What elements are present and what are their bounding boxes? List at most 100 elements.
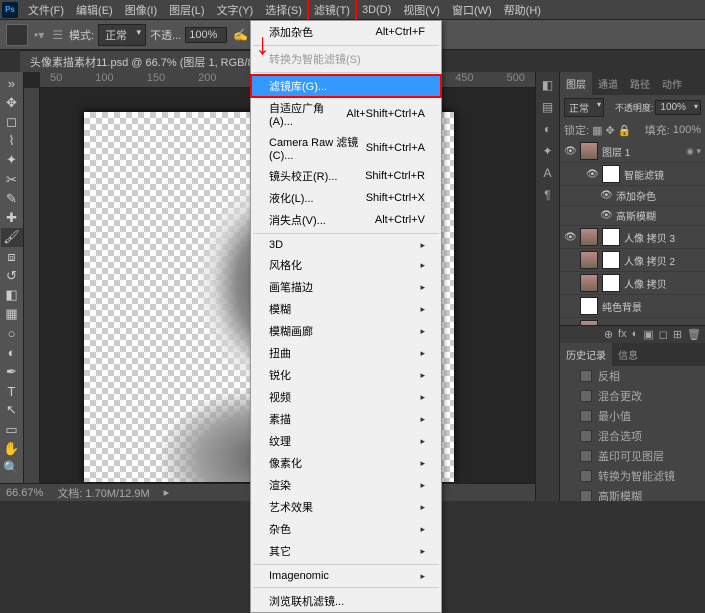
- history-item[interactable]: 反相: [560, 366, 705, 386]
- styles-panel-icon[interactable]: ✦: [542, 144, 552, 158]
- lasso-tool[interactable]: ⌇: [1, 132, 23, 151]
- brush-preview[interactable]: [6, 24, 28, 46]
- history-item[interactable]: 转换为智能滤镜: [560, 466, 705, 486]
- swatches-panel-icon[interactable]: ▤: [542, 100, 553, 114]
- color-panel-icon[interactable]: ◧: [542, 78, 553, 92]
- history-item[interactable]: 高斯模糊: [560, 486, 705, 501]
- menu-layer[interactable]: 图层(L): [163, 0, 210, 21]
- layer-action-icon[interactable]: ◐: [632, 328, 639, 341]
- visibility-icon[interactable]: 👁: [564, 146, 576, 157]
- stamp-tool[interactable]: ⧈: [1, 247, 23, 266]
- arrow-icon[interactable]: »: [1, 74, 23, 93]
- menu-browse-filters[interactable]: 浏览联机滤镜...: [251, 590, 441, 612]
- menu-filter[interactable]: 滤镜(T): [308, 0, 356, 21]
- lock-all-icon[interactable]: 🔒: [618, 124, 632, 137]
- menu-submenu[interactable]: 3D: [251, 236, 441, 254]
- hand-tool[interactable]: ✋: [1, 439, 23, 458]
- shape-tool[interactable]: ▭: [1, 420, 23, 439]
- menu-type[interactable]: 文字(Y): [211, 0, 260, 21]
- menu-submenu[interactable]: 渲染: [251, 474, 441, 496]
- menu-item[interactable]: Camera Raw 滤镜(C)...Shift+Ctrl+A: [251, 131, 441, 165]
- wand-tool[interactable]: ✦: [1, 151, 23, 170]
- menu-submenu[interactable]: 锐化: [251, 364, 441, 386]
- menu-item[interactable]: 自适应广角(A)...Alt+Shift+Ctrl+A: [251, 97, 441, 131]
- menu-item[interactable]: 消失点(V)...Alt+Ctrl+V: [251, 209, 441, 231]
- menu-imagenomic[interactable]: Imagenomic: [251, 567, 441, 585]
- para-panel-icon[interactable]: ¶: [544, 188, 550, 202]
- layer-row[interactable]: 👁人像 拷贝 3: [560, 226, 705, 249]
- menu-submenu[interactable]: 模糊: [251, 298, 441, 320]
- tab-info[interactable]: 信息: [612, 343, 644, 366]
- menu-submenu[interactable]: 素描: [251, 408, 441, 430]
- tab-paths[interactable]: 路径: [624, 72, 656, 95]
- menu-submenu[interactable]: 杂色: [251, 518, 441, 540]
- history-item[interactable]: 盖印可见图层: [560, 446, 705, 466]
- menu-submenu[interactable]: 其它: [251, 540, 441, 562]
- layer-action-icon[interactable]: ⊕: [604, 328, 613, 341]
- menu-3d[interactable]: 3D(D): [356, 1, 397, 19]
- layer-row[interactable]: 👁智能滤镜: [560, 163, 705, 186]
- tab-layers[interactable]: 图层: [560, 72, 592, 95]
- tab-channels[interactable]: 通道: [592, 72, 624, 95]
- dodge-tool[interactable]: ◐: [1, 343, 23, 362]
- document-tab[interactable]: 头像素描素材11.psd @ 66.7% (图层 1, RGB/8) * ✕: [20, 50, 289, 72]
- menu-submenu[interactable]: 纹理: [251, 430, 441, 452]
- menu-window[interactable]: 窗口(W): [446, 0, 498, 21]
- visibility-icon[interactable]: 👁: [600, 190, 612, 201]
- status-arrow-icon[interactable]: ▸: [164, 486, 170, 499]
- layer-action-icon[interactable]: 🗑: [687, 328, 701, 341]
- history-brush-tool[interactable]: ↺: [1, 266, 23, 285]
- heal-tool[interactable]: ✚: [1, 209, 23, 228]
- tab-actions[interactable]: 动作: [656, 72, 688, 95]
- crop-tool[interactable]: ✂: [1, 170, 23, 189]
- tab-history[interactable]: 历史记录: [560, 343, 612, 366]
- pen-tool[interactable]: ✒: [1, 362, 23, 381]
- layer-row[interactable]: 人像 拷贝: [560, 272, 705, 295]
- menu-convert-smart[interactable]: 转换为智能滤镜(S): [251, 48, 441, 70]
- adjust-panel-icon[interactable]: ◐: [544, 122, 551, 136]
- lock-position-icon[interactable]: ✥: [605, 124, 614, 137]
- menu-submenu[interactable]: 风格化: [251, 254, 441, 276]
- visibility-icon[interactable]: 👁: [586, 169, 598, 180]
- gradient-tool[interactable]: ▦: [1, 305, 23, 324]
- layer-action-icon[interactable]: fx: [618, 328, 627, 341]
- history-item[interactable]: 混合选项: [560, 426, 705, 446]
- zoom-tool[interactable]: 🔍: [1, 458, 23, 477]
- visibility-icon[interactable]: 👁: [600, 210, 612, 221]
- menu-select[interactable]: 选择(S): [259, 0, 308, 21]
- layer-opacity-input[interactable]: 100%: [655, 100, 701, 115]
- blur-tool[interactable]: ○: [1, 324, 23, 343]
- menu-item[interactable]: 液化(L)...Shift+Ctrl+X: [251, 187, 441, 209]
- menu-file[interactable]: 文件(F): [22, 0, 70, 21]
- menu-item[interactable]: 镜头校正(R)...Shift+Ctrl+R: [251, 165, 441, 187]
- menu-help[interactable]: 帮助(H): [498, 0, 547, 21]
- menu-filter-gallery[interactable]: 滤镜库(G)...: [251, 75, 441, 97]
- visibility-icon[interactable]: 👁: [564, 232, 576, 243]
- history-item[interactable]: 混合更改: [560, 386, 705, 406]
- menu-submenu[interactable]: 画笔描边: [251, 276, 441, 298]
- lock-pixels-icon[interactable]: ▦: [592, 124, 602, 137]
- layer-row[interactable]: [560, 318, 705, 325]
- menu-last-filter[interactable]: 添加杂色Alt+Ctrl+F: [251, 21, 441, 43]
- brush-picker-icon[interactable]: •▾: [32, 28, 46, 42]
- layer-action-icon[interactable]: ⊞: [673, 328, 682, 341]
- menu-submenu[interactable]: 像素化: [251, 452, 441, 474]
- menu-edit[interactable]: 编辑(E): [70, 0, 119, 21]
- menu-submenu[interactable]: 模糊画廊: [251, 320, 441, 342]
- move-tool[interactable]: ✥: [1, 93, 23, 112]
- history-item[interactable]: 最小值: [560, 406, 705, 426]
- layer-row[interactable]: 👁添加杂色: [560, 186, 705, 206]
- eyedropper-tool[interactable]: ✎: [1, 189, 23, 208]
- pressure-opacity-icon[interactable]: ✍: [231, 28, 250, 42]
- menu-submenu[interactable]: 视频: [251, 386, 441, 408]
- marquee-tool[interactable]: ◻: [1, 112, 23, 131]
- type-tool[interactable]: T: [1, 382, 23, 401]
- char-panel-icon[interactable]: A: [543, 166, 551, 180]
- layer-blend-select[interactable]: 正常: [564, 98, 604, 117]
- layer-row[interactable]: 纯色背景: [560, 295, 705, 318]
- blend-mode-select[interactable]: 正常: [98, 24, 146, 46]
- layer-action-icon[interactable]: ◻: [659, 328, 668, 341]
- layer-row[interactable]: 👁高斯模糊: [560, 206, 705, 226]
- layer-row[interactable]: 人像 拷贝 2: [560, 249, 705, 272]
- menu-submenu[interactable]: 扭曲: [251, 342, 441, 364]
